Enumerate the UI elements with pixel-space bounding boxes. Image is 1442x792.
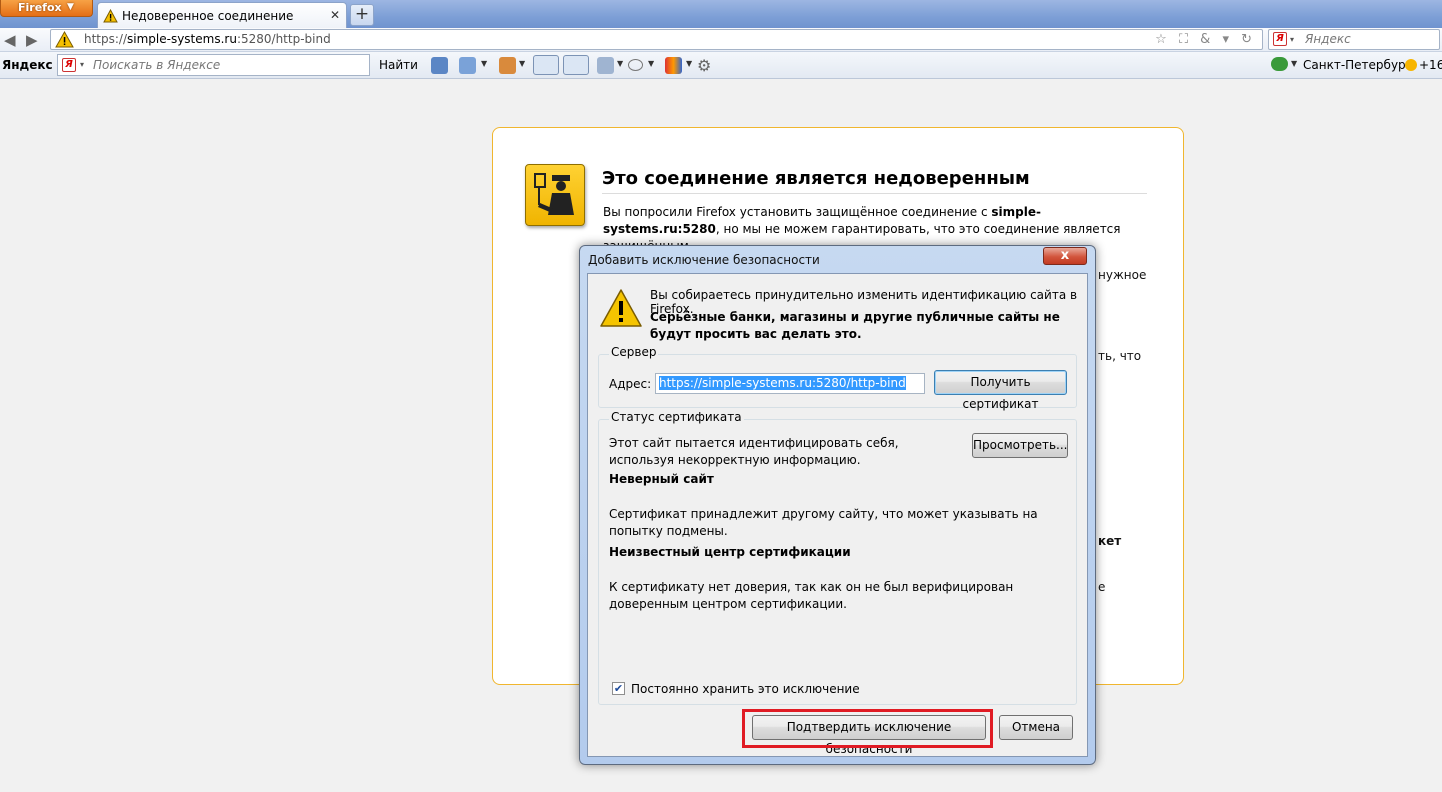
description-part1: Вы попросили Firefox установить защищённ… [603,205,992,219]
warning-icon [599,288,643,331]
search-placeholder: Яндекс [1305,32,1351,46]
search-bar[interactable]: Я ▾ Яндекс [1268,29,1440,50]
chevron-down-icon[interactable]: ▼ [648,59,654,68]
back-arrow-icon[interactable]: ◀ [4,31,16,49]
dialog-title: Добавить исключение безопасности [588,253,820,267]
weather-temperature: +16 [1419,58,1442,72]
address-input[interactable]: https://simple-systems.ru:5280/http-bind [655,373,925,394]
close-tab-icon[interactable]: ✕ [330,8,340,22]
yandex-logo-text: Яндекс [2,58,53,72]
chevron-down-icon[interactable]: ▼ [617,59,623,68]
yandex-icon: Я [1273,32,1287,46]
chevron-down-icon[interactable]: ▼ [686,59,692,68]
server-group: Сервер Адрес: https://simple-systems.ru:… [598,345,1077,411]
bookmarks-icon[interactable] [431,57,448,74]
close-button[interactable]: x [1043,247,1087,265]
chevron-down-icon: ▾ [1290,35,1295,44]
unknown-ca-text: К сертификату нет доверия, так как он не… [609,580,1014,611]
apps-icon[interactable] [665,57,682,74]
get-certificate-button[interactable]: Получить сертификат [934,370,1067,411]
yandex-icon: Я [62,58,76,72]
comment-icon[interactable] [628,59,643,71]
chevron-down-icon: ▼ [67,2,74,12]
translate-icon[interactable] [499,57,516,74]
yandex-logo[interactable]: Яндекс ▾ [2,58,61,72]
mail-icon[interactable] [459,57,476,74]
navigation-bar: ◀ ▶ https://simple-systems.ru:5280/http-… [0,28,1442,52]
obscured-text: е [1098,580,1106,594]
tab-title: Недоверенное соединение [122,9,294,23]
yandex-find-button[interactable]: Найти [379,58,418,72]
new-tab-button[interactable]: + [350,4,374,26]
dialog-warning: Серьёзные банки, магазины и другие публи… [650,310,1060,341]
chevron-down-icon[interactable]: ▼ [519,59,525,68]
unknown-ca-heading: Неизвестный центр сертификации [609,545,851,559]
keep-exception-label[interactable]: Постоянно хранить это исключение [631,682,860,696]
text-icon[interactable] [563,55,589,75]
translate-page-icon[interactable] [597,57,614,74]
yandex-toolbar: Яндекс ▾ Я ▾ Поискать в Яндексе Найти ▼ … [0,52,1442,79]
warning-icon [103,8,118,26]
obscured-text: нужное [1098,268,1147,282]
gear-icon[interactable]: ⚙ [697,57,714,74]
certificate-status-group: Статус сертификата Этот сайт пытается ид… [598,410,1077,705]
forward-arrow-icon[interactable]: ▶ [26,31,38,49]
tab-strip: Firefox ▼ Недоверенное соединение ✕ + [0,0,1442,29]
keep-exception-checkbox[interactable]: ✔ [612,682,625,695]
url-scheme: https:// [84,32,128,46]
spellcheck-icon[interactable] [533,55,559,75]
policeman-icon [525,164,585,226]
firefox-menu-label: Firefox [18,1,62,14]
wrong-site-heading: Неверный сайт [609,472,714,486]
add-security-exception-dialog: Добавить исключение безопасности x Вы со… [579,245,1096,765]
tab-untrusted-connection[interactable]: Недоверенное соединение ✕ [97,2,347,29]
wrong-site-text: Сертификат принадлежит другому сайту, чт… [609,507,1038,538]
url-domain: simple-systems.ru [127,32,237,46]
status-group-label: Статус сертификата [609,410,744,424]
key-icon[interactable] [1271,57,1288,71]
firefox-menu-button[interactable]: Firefox ▼ [0,0,93,17]
chevron-down-icon[interactable]: ▼ [481,59,487,68]
chevron-down-icon: ▾ [80,60,85,69]
url-bar[interactable]: https://simple-systems.ru:5280/http-bind… [50,29,1263,50]
obscured-text: кет [1098,534,1122,548]
cancel-button[interactable]: Отмена [999,715,1073,740]
obscured-text: ть, что [1098,349,1142,363]
yandex-search-placeholder: Поискать в Яндексе [93,58,221,72]
highlight-frame [742,709,993,748]
status-text: Этот сайт пытается идентифицировать себя… [609,436,899,467]
page-title: Это соединение является недоверенным [602,168,1147,194]
url-path: :5280/http-bind [236,32,331,46]
weather-city[interactable]: Санкт-Петербург [1303,58,1412,72]
dialog-body: Вы собираетесь принудительно изменить ид… [587,273,1088,757]
view-certificate-button[interactable]: Просмотреть... [972,433,1068,458]
chevron-down-icon[interactable]: ▼ [1291,59,1297,68]
sun-icon [1405,59,1417,71]
address-value: https://simple-systems.ru:5280/http-bind [659,376,906,390]
address-label: Адрес: [609,377,652,391]
server-group-label: Сервер [609,345,659,359]
warning-icon [55,30,74,54]
url-bar-icons[interactable]: ☆ ⛶ & ▾ ↻ [1155,30,1256,49]
yandex-search-input[interactable]: Я ▾ Поискать в Яндексе [57,54,370,76]
